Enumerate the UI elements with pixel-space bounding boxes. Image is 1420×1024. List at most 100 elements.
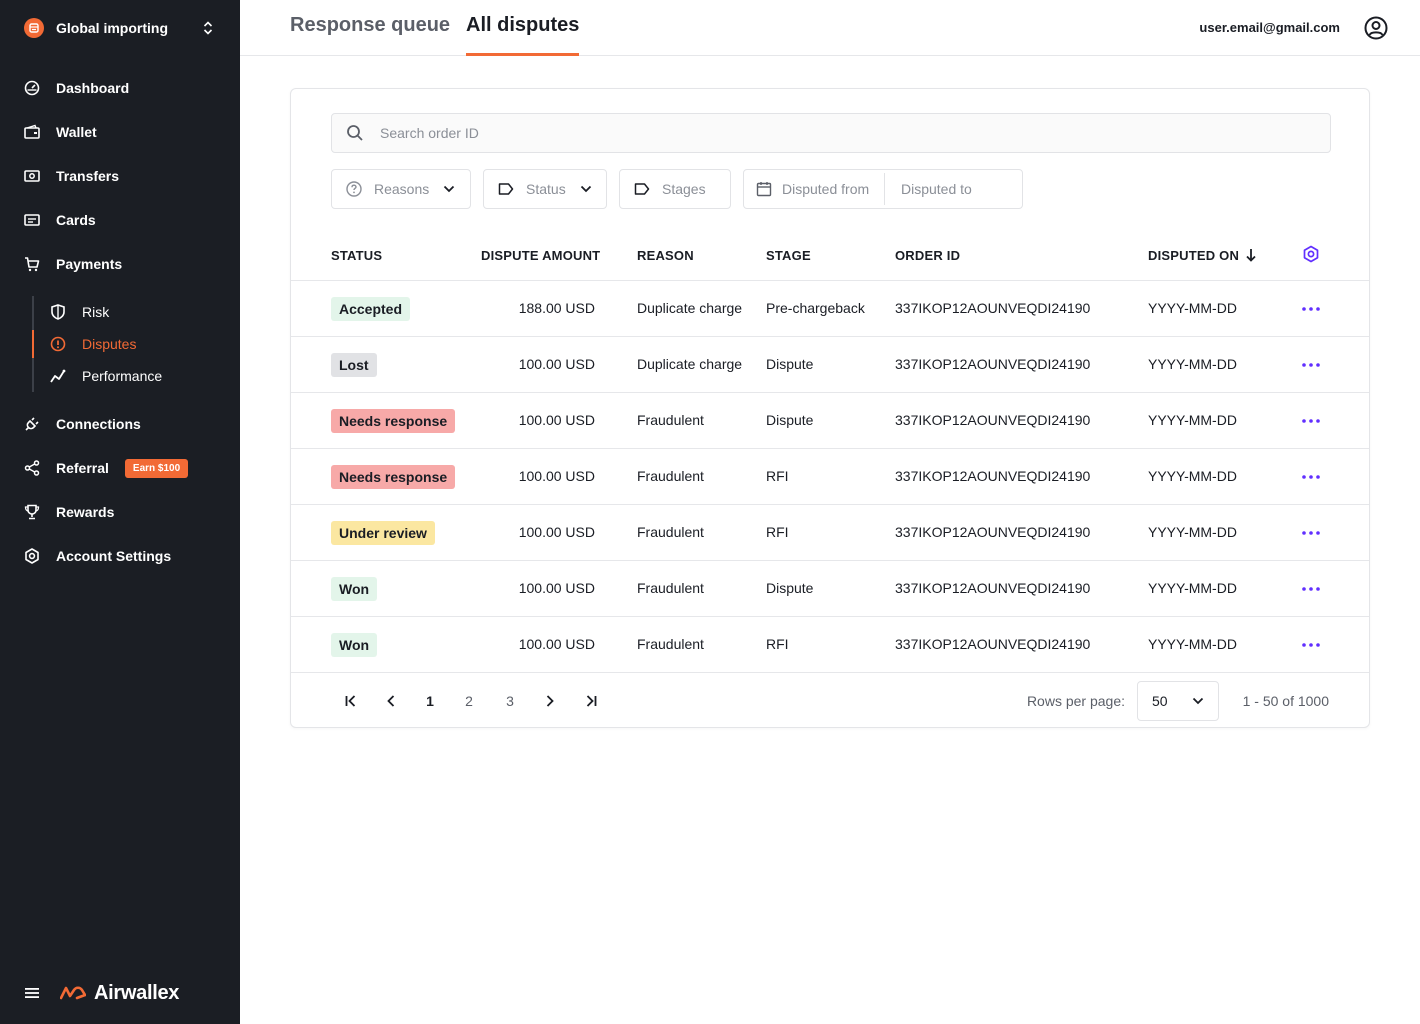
- reasons-filter[interactable]: Reasons: [331, 169, 471, 209]
- disputed-on: YYYY-MM-DD: [1148, 636, 1237, 652]
- table-row[interactable]: Accepted 188.00 USD Duplicate charge Pre…: [291, 281, 1369, 337]
- sidebar-item-payments[interactable]: Payments: [24, 252, 122, 276]
- table-row[interactable]: Won 100.00 USD Fraudulent RFI 337IKOP12A…: [291, 617, 1369, 673]
- sidebar-item-wallet[interactable]: Wallet: [24, 120, 97, 144]
- sidebar-item-transfers[interactable]: Transfers: [24, 164, 119, 188]
- airwallex-logo-icon: [60, 985, 86, 1001]
- status-badge: Under review: [331, 521, 435, 545]
- rows-per-page-select[interactable]: 50: [1137, 681, 1219, 721]
- more-options-icon[interactable]: [1301, 411, 1321, 431]
- more-options-icon[interactable]: [1301, 467, 1321, 487]
- dispute-amount: 100.00 USD: [518, 524, 595, 540]
- sidebar-item-cards[interactable]: Cards: [24, 208, 96, 232]
- chevron-up-down-icon: [200, 18, 216, 38]
- last-page-icon[interactable]: [581, 691, 601, 711]
- chevron-down-icon: [443, 185, 455, 193]
- first-page-icon[interactable]: [341, 691, 361, 711]
- order-id[interactable]: 337IKOP12AOUNVEQDI24190: [895, 356, 1090, 372]
- sidebar: Global importing Dashboard Wallet Transf…: [0, 0, 240, 1024]
- sidebar-item-label: Wallet: [56, 124, 97, 140]
- account-circle-icon[interactable]: [1364, 16, 1388, 40]
- workspace-switcher[interactable]: Global importing: [24, 17, 216, 39]
- order-id[interactable]: 337IKOP12AOUNVEQDI24190: [895, 524, 1090, 540]
- sort-descending-icon[interactable]: [1245, 247, 1257, 263]
- sidebar-item-connections[interactable]: Connections: [24, 412, 141, 436]
- stage: Pre-chargeback: [766, 300, 865, 316]
- hamburger-menu-icon[interactable]: [24, 985, 40, 1001]
- more-options-icon[interactable]: [1301, 579, 1321, 599]
- more-options-icon[interactable]: [1301, 635, 1321, 655]
- sidebar-item-rewards[interactable]: Rewards: [24, 500, 114, 524]
- sidebar-item-label: Rewards: [56, 504, 115, 520]
- column-header-dispute-amount[interactable]: DISPUTE AMOUNT: [481, 248, 600, 263]
- column-header-reason[interactable]: REASON: [637, 248, 694, 263]
- stage: Dispute: [766, 356, 814, 372]
- cart-icon: [24, 256, 40, 272]
- page-1-button[interactable]: 1: [420, 691, 440, 711]
- tab-response-queue[interactable]: Response queue: [290, 14, 450, 56]
- table-row[interactable]: Under review 100.00 USD Fraudulent RFI 3…: [291, 505, 1369, 561]
- order-id[interactable]: 337IKOP12AOUNVEQDI24190: [895, 468, 1090, 484]
- page-3-button[interactable]: 3: [500, 691, 520, 711]
- column-header-stage[interactable]: STAGE: [766, 248, 811, 263]
- disputed-from-field[interactable]: Disputed from: [744, 170, 884, 208]
- table-row[interactable]: Needs response 100.00 USD Fraudulent Dis…: [291, 393, 1369, 449]
- sidebar-item-label: Referral: [56, 460, 109, 476]
- sidebar-item-label: Account Settings: [56, 548, 172, 564]
- workspace-name: Global importing: [56, 20, 168, 36]
- disputed-on: YYYY-MM-DD: [1148, 580, 1237, 596]
- stages-filter[interactable]: Stages: [619, 169, 731, 209]
- plug-icon: [24, 416, 40, 432]
- sidebar-item-disputes[interactable]: Disputes: [50, 332, 136, 356]
- chevron-down-icon: [1192, 697, 1204, 705]
- disputed-to-field[interactable]: Disputed to: [885, 170, 984, 208]
- search-input[interactable]: [380, 125, 1280, 141]
- page-2-button[interactable]: 2: [459, 691, 479, 711]
- sidebar-item-referral[interactable]: Referral Earn $100: [24, 456, 189, 480]
- dispute-amount: 188.00 USD: [518, 300, 595, 316]
- next-page-icon[interactable]: [540, 691, 560, 711]
- order-id[interactable]: 337IKOP12AOUNVEQDI24190: [895, 580, 1090, 596]
- disputes-card: Reasons Status Stages Disputed from Disp…: [290, 88, 1370, 728]
- sidebar-item-dashboard[interactable]: Dashboard: [24, 76, 129, 100]
- order-id[interactable]: 337IKOP12AOUNVEQDI24190: [895, 300, 1090, 316]
- sidebar-item-risk[interactable]: Risk: [50, 300, 109, 324]
- wallet-icon: [24, 124, 40, 140]
- stage: RFI: [766, 468, 789, 484]
- column-settings-gear-icon[interactable]: [1302, 245, 1320, 263]
- previous-page-icon[interactable]: [381, 691, 401, 711]
- more-options-icon[interactable]: [1301, 523, 1321, 543]
- order-id[interactable]: 337IKOP12AOUNVEQDI24190: [895, 636, 1090, 652]
- column-header-status[interactable]: STATUS: [331, 248, 382, 263]
- table-row[interactable]: Lost 100.00 USD Duplicate charge Dispute…: [291, 337, 1369, 393]
- column-header-order-id[interactable]: ORDER ID: [895, 248, 960, 263]
- sidebar-item-performance[interactable]: Performance: [50, 364, 162, 388]
- more-options-icon[interactable]: [1301, 355, 1321, 375]
- sidebar-item-label: Performance: [82, 368, 163, 384]
- tab-all-disputes[interactable]: All disputes: [466, 14, 580, 56]
- search-bar[interactable]: [331, 113, 1331, 153]
- status-badge: Won: [331, 633, 378, 657]
- more-options-icon[interactable]: [1301, 299, 1321, 319]
- order-id[interactable]: 337IKOP12AOUNVEQDI24190: [895, 412, 1090, 428]
- table-row[interactable]: Won 100.00 USD Fraudulent Dispute 337IKO…: [291, 561, 1369, 617]
- subnav-active-indicator: [32, 330, 34, 358]
- transfers-icon: [24, 168, 40, 184]
- table-row[interactable]: Needs response 100.00 USD Fraudulent RFI…: [291, 449, 1369, 505]
- reason: Fraudulent: [637, 468, 704, 484]
- sidebar-item-label: Transfers: [56, 168, 120, 184]
- tag-icon: [634, 182, 650, 196]
- alert-circle-icon: [50, 336, 66, 352]
- reason: Duplicate charge: [637, 300, 743, 316]
- disputed-on: YYYY-MM-DD: [1148, 412, 1237, 428]
- help-circle-icon: [346, 181, 362, 197]
- search-icon: [346, 124, 364, 142]
- status-badge: Accepted: [331, 297, 411, 321]
- disputed-on: YYYY-MM-DD: [1148, 524, 1237, 540]
- sidebar-item-account-settings[interactable]: Account Settings: [24, 544, 171, 568]
- status-filter[interactable]: Status: [483, 169, 607, 209]
- stage: RFI: [766, 524, 789, 540]
- disputed-from-placeholder: Disputed from: [782, 181, 870, 197]
- column-header-disputed-on[interactable]: DISPUTED ON: [1148, 248, 1239, 263]
- sidebar-item-label: Disputes: [82, 336, 137, 352]
